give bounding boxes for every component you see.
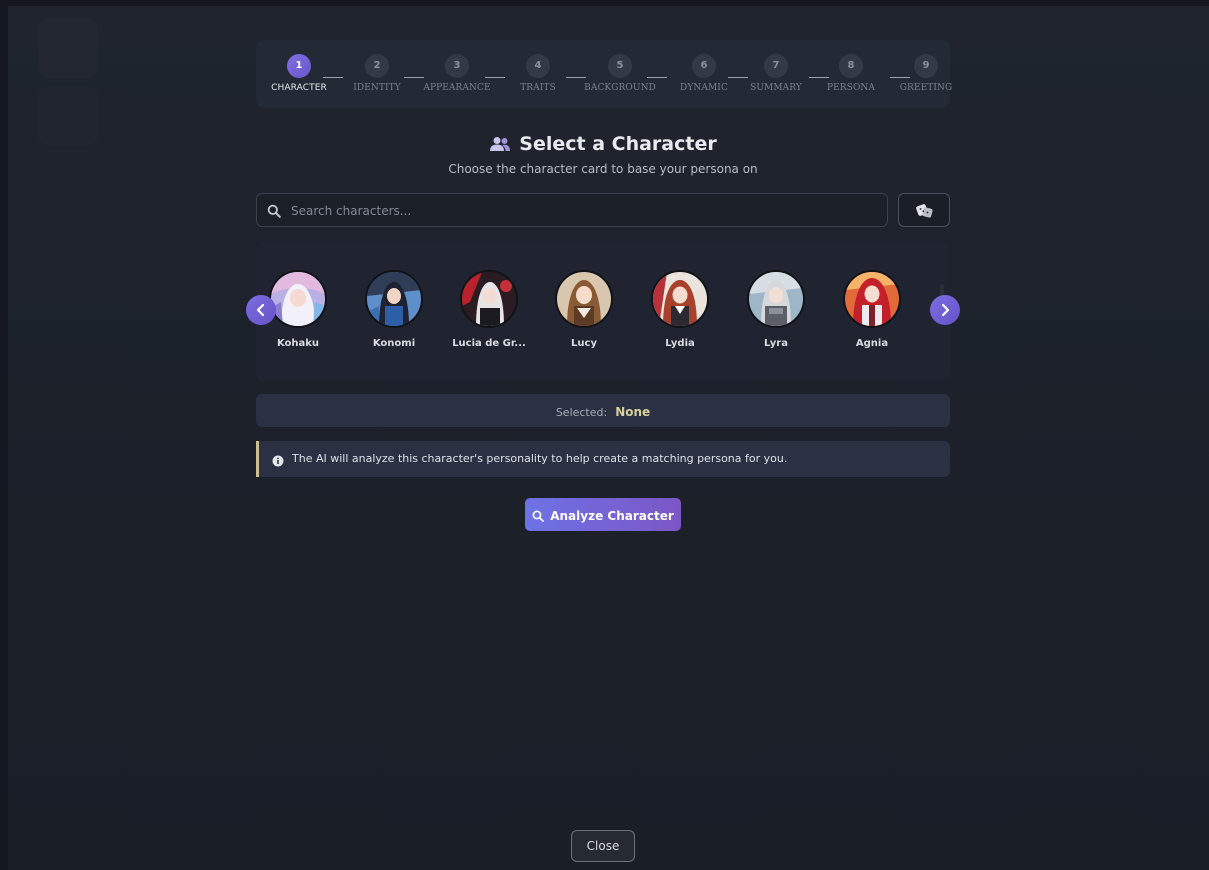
background-shape [38,18,98,78]
character-card[interactable]: Lucy [542,270,626,349]
step-number: 3 [445,54,469,78]
section-header: Select a Character [256,133,950,155]
character-card[interactable]: Lucia de Gr... [447,270,531,349]
character-name: Lucia de Gr... [452,338,526,349]
close-button[interactable]: Close [571,830,635,862]
search-field [256,193,888,228]
step-number: 6 [692,54,716,78]
step-number: 9 [914,54,938,78]
background-shape [38,86,98,146]
analyze-character-button[interactable]: Analyze Character [525,498,681,531]
character-avatar [843,270,901,328]
info-icon [272,452,284,471]
character-avatar [269,270,327,328]
step-label: SUMMARY [750,83,802,93]
search-input[interactable] [289,194,883,228]
character-avatar [747,270,805,328]
step-persona[interactable]: 8 PERSONA [815,54,887,93]
step-identity[interactable]: 2 IDENTITY [341,54,413,93]
chevron-right-icon [941,303,950,317]
search-icon [267,203,281,218]
character-name: Kohaku [276,338,320,349]
info-text: The AI will analyze this character's per… [292,452,788,465]
selection-status: Selected: None [256,394,950,427]
character-carousel: Kohaku Konomi Lucia de Gr... Lucy Lydia … [256,242,950,381]
character-name: Konomi [372,338,416,349]
carousel-prev-button[interactable] [246,295,276,325]
page-subtitle: Choose the character card to base your p… [448,162,758,176]
search-icon [532,510,545,522]
step-dynamic[interactable]: 6 DYNAMIC [668,54,740,93]
step-greeting[interactable]: 9 GREETING [890,54,962,93]
step-traits[interactable]: 4 TRAITS [502,54,574,93]
step-number: 4 [526,54,550,78]
step-label: CHARACTER [271,83,327,93]
step-label: IDENTITY [353,83,401,93]
character-avatar [555,270,613,328]
character-avatar [460,270,518,328]
step-summary[interactable]: 7 SUMMARY [740,54,812,93]
character-avatar [651,270,709,328]
wizard-stepper: 1 CHARACTER 2 IDENTITY 3 APPEARANCE 4 TR… [256,40,952,108]
analyze-label: Analyze Character [550,509,674,523]
character-name: Lyra [764,338,788,349]
step-number: 5 [608,54,632,78]
character-name: Lydia [665,338,695,349]
step-label: PERSONA [826,83,876,93]
random-character-button[interactable] [898,193,950,227]
step-number: 2 [365,54,389,78]
character-card[interactable]: Agnia [830,270,914,349]
character-card[interactable]: Konomi [352,270,436,349]
character-avatar [365,270,423,328]
selected-label: Selected: [555,406,608,419]
step-number: 1 [287,54,311,78]
page-title: Select a Character [519,133,717,155]
step-label: BACKGROUND [584,83,656,93]
selected-value: None [615,405,651,419]
character-card[interactable]: Lyra [734,270,818,349]
character-name: Agnia [855,338,889,349]
step-background[interactable]: 5 BACKGROUND [584,54,656,93]
step-label: GREETING [899,83,953,93]
dice-icon [916,204,933,218]
carousel-next-button[interactable] [930,295,960,325]
users-icon [489,136,511,152]
step-character[interactable]: 1 CHARACTER [263,54,335,93]
step-label: DYNAMIC [680,83,728,93]
chevron-left-icon [256,303,265,317]
character-name: Lucy [571,338,597,349]
info-notice: The AI will analyze this character's per… [256,441,950,477]
step-label: APPEARANCE [423,83,491,93]
step-number: 7 [764,54,788,78]
character-card[interactable]: Lydia [638,270,722,349]
step-number: 8 [839,54,863,78]
step-appearance[interactable]: 3 APPEARANCE [421,54,493,93]
step-label: TRAITS [520,83,556,93]
